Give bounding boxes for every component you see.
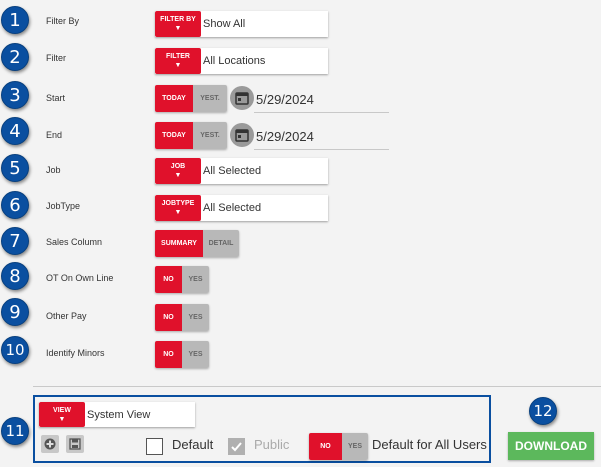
sales-column-label: Sales Column [46, 237, 103, 247]
filter-tag: FILTER ▼ [155, 48, 201, 74]
step-badge-2: 2 [1, 43, 29, 71]
filter-by-value: Show All [203, 18, 246, 30]
step-badge-11: 11 [1, 417, 29, 445]
save-view-button[interactable] [66, 435, 84, 453]
end-today-button[interactable]: TODAY [155, 122, 193, 149]
default-checkbox[interactable] [146, 438, 163, 455]
step-badge-12: 12 [529, 397, 557, 425]
ot-yes-button[interactable]: YES [182, 266, 209, 293]
caret-down-icon: ▼ [58, 415, 66, 423]
default-label: Default [172, 437, 214, 452]
step-badge-9: 9 [1, 298, 29, 326]
start-yesterday-button[interactable]: YEST. [193, 85, 227, 112]
step-badge-7: 7 [1, 227, 29, 255]
public-label: Public [254, 437, 290, 452]
other-pay-no-button[interactable]: NO [155, 304, 182, 331]
view-tag: VIEW ▼ [39, 402, 85, 427]
filter-by-label: Filter By [46, 16, 80, 26]
job-dropdown[interactable]: JOB ▼ All Selected [155, 158, 328, 184]
step-badge-1: 1 [1, 6, 29, 34]
step-badge-4: 4 [1, 117, 29, 145]
end-yesterday-button[interactable]: YEST. [193, 122, 227, 149]
other-pay-toggle[interactable]: NO YES [155, 304, 209, 331]
download-button[interactable]: DOWNLOAD [508, 432, 594, 460]
default-all-users-toggle[interactable]: NO YES [309, 433, 368, 460]
start-today-button[interactable]: TODAY [155, 85, 193, 112]
start-quick-toggle[interactable]: TODAY YEST. [155, 85, 227, 112]
section-divider [33, 386, 601, 387]
view-value: System View [87, 408, 151, 421]
ot-no-button[interactable]: NO [155, 266, 182, 293]
filter-by-dropdown[interactable]: FILTER BY ▼ Show All [155, 11, 328, 37]
end-date-value[interactable]: 5/29/2024 [256, 129, 314, 144]
save-icon [69, 438, 81, 450]
filter-value: All Locations [203, 55, 266, 67]
start-date-value[interactable]: 5/29/2024 [256, 92, 314, 107]
sales-column-toggle[interactable]: SUMMARY DETAIL [155, 230, 239, 257]
add-icon [44, 438, 56, 450]
filter-label: Filter [46, 53, 66, 63]
caret-down-icon: ▼ [174, 62, 182, 69]
filter-by-tag: FILTER BY ▼ [155, 11, 201, 37]
other-pay-yes-button[interactable]: YES [182, 304, 209, 331]
job-tag: JOB ▼ [155, 158, 201, 184]
start-date-underline [254, 112, 389, 113]
job-label: Job [46, 165, 61, 175]
calendar-icon[interactable] [230, 86, 254, 110]
identify-minors-toggle[interactable]: NO YES [155, 341, 209, 368]
jobtype-value: All Selected [203, 202, 262, 214]
view-dropdown[interactable]: VIEW ▼ System View [39, 402, 195, 427]
job-value: All Selected [203, 165, 262, 177]
jobtype-tag: JOBTYPE ▼ [155, 195, 201, 221]
sales-summary-button[interactable]: SUMMARY [155, 230, 203, 257]
start-label: Start [46, 93, 66, 103]
step-badge-5: 5 [1, 154, 29, 182]
default-all-no-button[interactable]: NO [309, 433, 342, 460]
step-badge-8: 8 [1, 262, 29, 290]
caret-down-icon: ▼ [174, 209, 182, 216]
add-view-button[interactable] [41, 435, 59, 453]
calendar-icon[interactable] [230, 123, 254, 147]
minors-no-button[interactable]: NO [155, 341, 182, 368]
step-badge-6: 6 [1, 191, 29, 219]
identify-minors-label: Identify Minors [46, 348, 105, 358]
sales-detail-button[interactable]: DETAIL [203, 230, 239, 257]
ot-own-line-label: OT On Own Line [46, 273, 114, 283]
default-all-yes-button[interactable]: YES [342, 433, 368, 460]
end-date-underline [254, 149, 389, 150]
public-checkbox[interactable] [228, 438, 245, 455]
other-pay-label: Other Pay [46, 311, 87, 321]
jobtype-dropdown[interactable]: JOBTYPE ▼ All Selected [155, 195, 328, 221]
minors-yes-button[interactable]: YES [182, 341, 209, 368]
default-all-users-label: Default for All Users [372, 437, 487, 452]
check-icon [231, 442, 242, 452]
step-badge-3: 3 [1, 81, 29, 109]
jobtype-label: JobType [46, 201, 81, 211]
end-quick-toggle[interactable]: TODAY YEST. [155, 122, 227, 149]
caret-down-icon: ▼ [174, 172, 182, 179]
filter-dropdown[interactable]: FILTER ▼ All Locations [155, 48, 328, 74]
step-badge-10: 10 [1, 336, 29, 364]
saved-view-panel: VIEW ▼ System View Default Public NO YES … [33, 395, 491, 463]
end-label: End [46, 130, 63, 140]
ot-own-line-toggle[interactable]: NO YES [155, 266, 209, 293]
caret-down-icon: ▼ [174, 25, 182, 32]
